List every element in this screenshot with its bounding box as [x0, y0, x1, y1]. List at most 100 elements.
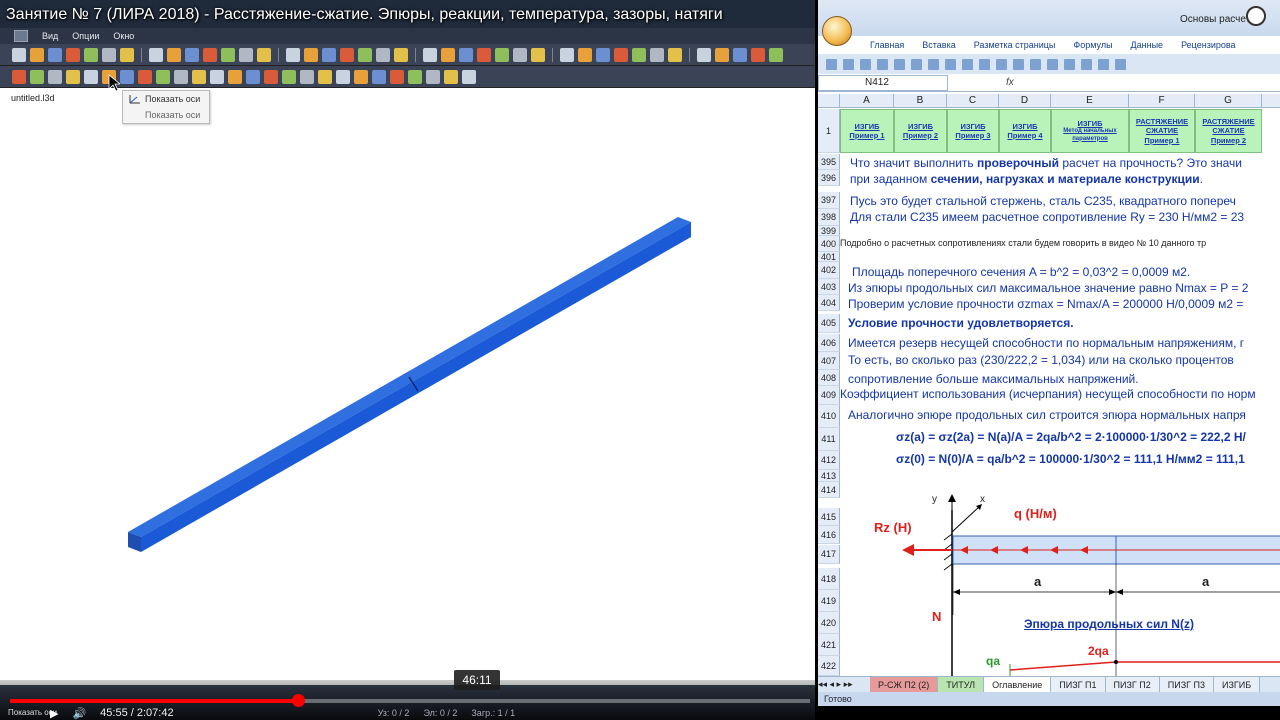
- qat-button-icon[interactable]: [843, 58, 854, 70]
- row-header[interactable]: 412: [818, 451, 840, 470]
- view-toolbar-button-icon[interactable]: [192, 69, 206, 84]
- sheet-nav-arrows-icon[interactable]: ◂◂ ◂ ▸ ▸▸: [818, 679, 870, 690]
- view-toolbar-button-icon[interactable]: [390, 69, 404, 84]
- col-header-g[interactable]: G: [1195, 94, 1262, 107]
- toolbar-button-icon[interactable]: [459, 47, 473, 62]
- worksheet-area[interactable]: Что значит выполнить проверочный расчет …: [840, 154, 1280, 680]
- show-axes-option-1[interactable]: Показать оси: [123, 91, 209, 107]
- toolbar-button-icon[interactable]: [531, 47, 545, 62]
- view-toolbar-button-icon[interactable]: [444, 69, 458, 84]
- toolbar-button-icon[interactable]: [322, 47, 336, 62]
- toolbar-button-icon[interactable]: [203, 47, 217, 62]
- toolbar-button-icon[interactable]: [120, 47, 134, 62]
- view-toolbar-button-icon[interactable]: [228, 69, 242, 84]
- view-toolbar-button-icon[interactable]: [462, 69, 476, 84]
- sheet-tab-pizg-p2[interactable]: ПИЗГ П2: [1105, 676, 1160, 693]
- row-header[interactable]: 416: [818, 526, 840, 544]
- qat-button-icon[interactable]: [1013, 58, 1024, 70]
- view-toolbar-button-icon[interactable]: [318, 69, 332, 84]
- row-header[interactable]: 413: [818, 470, 840, 482]
- toolbar-button-icon[interactable]: [286, 47, 300, 62]
- view-toolbar-button-icon[interactable]: [210, 69, 224, 84]
- tab-insert[interactable]: Вставка: [922, 40, 955, 50]
- toolbar-button-icon[interactable]: [560, 47, 574, 62]
- qat-button-icon[interactable]: [1047, 58, 1058, 70]
- qat-button-icon[interactable]: [877, 58, 888, 70]
- sheet-tab-pizg-p1[interactable]: ПИЗГ П1: [1051, 676, 1106, 693]
- menu-view[interactable]: Вид: [42, 31, 58, 41]
- view-toolbar-button-icon[interactable]: [336, 69, 350, 84]
- row-header-1[interactable]: 1: [818, 109, 840, 153]
- view-toolbar-button-icon[interactable]: [354, 69, 368, 84]
- row-header[interactable]: 395: [818, 154, 840, 170]
- toolbar-button-icon[interactable]: [614, 47, 628, 62]
- row-header[interactable]: 410: [818, 405, 840, 428]
- col-header-c[interactable]: C: [947, 94, 999, 107]
- toolbar-button-icon[interactable]: [257, 47, 271, 62]
- toolbar-button-icon[interactable]: [423, 47, 437, 62]
- col-header-f[interactable]: F: [1129, 94, 1195, 107]
- nav-bending-example-2[interactable]: ИЗГИБ Пример 2: [894, 109, 947, 153]
- qat-button-icon[interactable]: [962, 58, 973, 70]
- model-canvas[interactable]: untitled.l3d: [8, 89, 812, 685]
- qat-button-icon[interactable]: [1115, 58, 1126, 70]
- toolbar-button-icon[interactable]: [394, 47, 408, 62]
- office-button-icon[interactable]: [822, 16, 852, 46]
- name-box[interactable]: N412: [818, 74, 948, 91]
- toolbar-button-icon[interactable]: [715, 47, 729, 62]
- qat-button-icon[interactable]: [1098, 58, 1109, 70]
- qat-button-icon[interactable]: [996, 58, 1007, 70]
- tab-formulas[interactable]: Формулы: [1073, 40, 1112, 50]
- qat-button-icon[interactable]: [860, 58, 871, 70]
- sheet-tab-contents[interactable]: Оглавление: [984, 676, 1052, 693]
- toolbar-button-icon[interactable]: [733, 47, 747, 62]
- view-toolbar-button-icon[interactable]: [66, 69, 80, 84]
- row-header[interactable]: 418: [818, 568, 840, 590]
- view-toolbar-button-icon[interactable]: [48, 69, 62, 84]
- select-all-corner[interactable]: [818, 94, 840, 107]
- toolbar-button-icon[interactable]: [441, 47, 455, 62]
- toolbar-button-icon[interactable]: [30, 47, 44, 62]
- sheet-tab-izgib[interactable]: ИЗГИБ: [1213, 676, 1261, 693]
- tab-data[interactable]: Данные: [1131, 40, 1164, 50]
- row-header[interactable]: 421: [818, 634, 840, 656]
- toolbar-button-icon[interactable]: [66, 47, 80, 62]
- nav-tension-example-1[interactable]: РАСТЯЖЕНИЕ СЖАТИЕ Пример 1: [1129, 109, 1195, 153]
- toolbar-button-icon[interactable]: [697, 47, 711, 62]
- view-toolbar-button-icon[interactable]: [282, 69, 296, 84]
- toolbar-button-icon[interactable]: [751, 47, 765, 62]
- row-header[interactable]: 403: [818, 279, 840, 295]
- toolbar-button-icon[interactable]: [513, 47, 527, 62]
- toolbar-button-icon[interactable]: [102, 47, 116, 62]
- col-header-a[interactable]: A: [840, 94, 894, 107]
- toolbar-button-icon[interactable]: [578, 47, 592, 62]
- play-icon[interactable]: ▶: [50, 707, 58, 720]
- view-toolbar-button-icon[interactable]: [174, 69, 188, 84]
- toolbar-button-icon[interactable]: [477, 47, 491, 62]
- row-header[interactable]: 396: [818, 170, 840, 186]
- toolbar-button-icon[interactable]: [650, 47, 664, 62]
- view-toolbar-button-icon[interactable]: [138, 69, 152, 84]
- volume-icon[interactable]: 🔊: [72, 707, 86, 720]
- row-header[interactable]: 414: [818, 482, 840, 498]
- view-toolbar-button-icon[interactable]: [246, 69, 260, 84]
- show-axes-option-2[interactable]: Показать оси: [123, 107, 209, 123]
- toolbar-button-icon[interactable]: [376, 47, 390, 62]
- row-header[interactable]: 401: [818, 252, 840, 262]
- toolbar-button-icon[interactable]: [167, 47, 181, 62]
- view-toolbar-button-icon[interactable]: [264, 69, 278, 84]
- toolbar-button-icon[interactable]: [495, 47, 509, 62]
- nav-tension-example-2[interactable]: РАСТЯЖЕНИЕ СЖАТИЕ Пример 2: [1195, 109, 1262, 153]
- qat-button-icon[interactable]: [979, 58, 990, 70]
- toolbar-button-icon[interactable]: [239, 47, 253, 62]
- view-toolbar-button-icon[interactable]: [156, 69, 170, 84]
- toolbar-button-icon[interactable]: [12, 47, 26, 62]
- tab-page-layout[interactable]: Разметка страницы: [974, 40, 1056, 50]
- col-header-d[interactable]: D: [999, 94, 1051, 107]
- row-header[interactable]: 400: [818, 236, 840, 252]
- row-header[interactable]: 422: [818, 656, 840, 676]
- view-toolbar-button-icon[interactable]: [120, 69, 134, 84]
- row-header[interactable]: 409: [818, 386, 840, 405]
- nav-bending-example-3[interactable]: ИЗГИБ Пример 3: [947, 109, 999, 153]
- row-header[interactable]: 417: [818, 545, 840, 564]
